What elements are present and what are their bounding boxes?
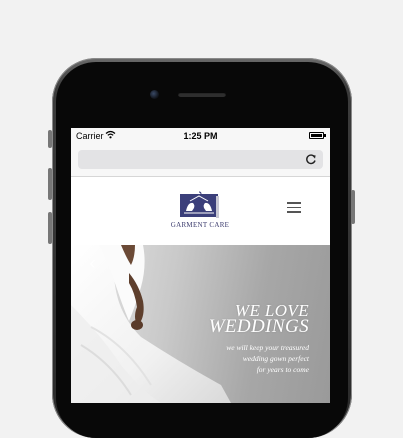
reload-icon[interactable] xyxy=(304,152,318,171)
site-header: GARMENT CARE xyxy=(71,177,330,245)
browser-toolbar xyxy=(71,144,330,177)
phone-screen: Carrier 1:25 PM GARMENT CARE ‹ WE LOVE W… xyxy=(71,128,330,403)
volume-up-button xyxy=(48,168,52,200)
tagline-line: we will keep your treasured xyxy=(226,343,309,352)
status-time: 1:25 PM xyxy=(183,131,218,141)
battery-icon xyxy=(309,132,326,139)
tagline-line: for years to come xyxy=(256,365,309,374)
status-bar: Carrier 1:25 PM xyxy=(71,128,330,144)
headline-line-2: WEDDINGS xyxy=(208,316,309,337)
hero-banner: ‹ WE LOVE WEDDINGS we will keep your tre… xyxy=(71,245,330,403)
earpiece-speaker xyxy=(178,92,226,97)
garment-care-logo[interactable] xyxy=(180,191,220,218)
hero-tagline: we will keep your treasured wedding gown… xyxy=(226,342,309,375)
tagline-line: wedding gown perfect xyxy=(242,354,309,363)
hamburger-menu-icon[interactable] xyxy=(287,202,301,213)
hero-headline: WE LOVE WEDDINGS xyxy=(208,302,309,337)
volume-down-button xyxy=(48,212,52,244)
logo-text: GARMENT CARE xyxy=(170,221,230,229)
front-camera xyxy=(150,90,159,99)
chevron-left-icon[interactable]: ‹ xyxy=(85,254,100,272)
power-button xyxy=(351,190,355,224)
mute-switch xyxy=(48,130,52,148)
address-bar[interactable] xyxy=(78,150,323,169)
